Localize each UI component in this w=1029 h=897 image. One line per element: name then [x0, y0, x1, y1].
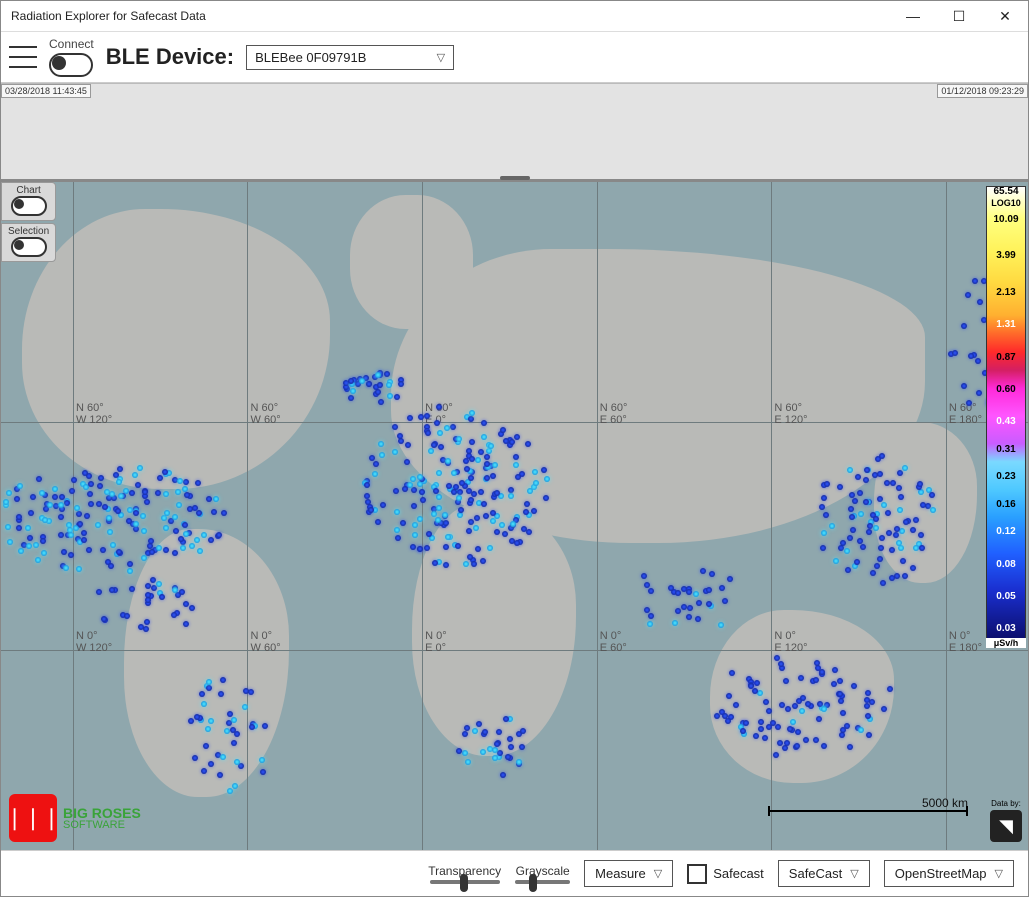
measure-select[interactable]: Measure ▽	[584, 860, 673, 887]
grayscale-slider-group: Grayscale	[515, 864, 570, 884]
grayscale-label: Grayscale	[516, 864, 570, 878]
safecast-checkbox[interactable]	[687, 864, 707, 884]
legend-unit: μSv/h	[986, 638, 1026, 648]
safecast-logo-icon: ◥	[990, 810, 1022, 842]
ble-device-selected: BLEBee 0F09791B	[255, 50, 366, 65]
panel-resize-grip[interactable]	[500, 176, 530, 180]
ble-device-label: BLE Device:	[106, 44, 234, 70]
data-attribution: Data by: ◥	[986, 799, 1026, 842]
map-area[interactable]: N 60°W 120° N 60°W 60° N 60°E 0° N 60°E …	[1, 182, 1028, 850]
window-controls: ― ☐ ✕	[890, 1, 1028, 31]
vendor-brand: ❘❘❘ BIG ROSES SOFTWARE	[9, 794, 141, 842]
title-bar: Radiation Explorer for Safecast Data ― ☐…	[1, 1, 1028, 32]
bottom-toolbar: Transparency Grayscale Measure ▽ Safecas…	[1, 850, 1028, 896]
side-toggle-panel: Chart Selection	[1, 182, 56, 264]
transparency-slider[interactable]	[430, 880, 500, 884]
vendor-logo-icon: ❘❘❘	[9, 794, 57, 842]
app-window: Radiation Explorer for Safecast Data ― ☐…	[0, 0, 1029, 897]
data-source-select[interactable]: SafeCast ▽	[778, 860, 870, 887]
timeline-panel[interactable]: 03/28/2018 11:43:45 01/12/2018 09:23:29	[1, 83, 1028, 182]
safecast-checkbox-group: Safecast	[687, 864, 764, 884]
selection-toggle[interactable]	[11, 237, 47, 257]
menu-icon[interactable]	[9, 46, 37, 68]
chart-toggle[interactable]	[11, 196, 47, 216]
minimize-button[interactable]: ―	[890, 1, 936, 31]
chart-toggle-group: Chart	[1, 182, 56, 221]
safecast-checkbox-label: Safecast	[713, 866, 764, 881]
chart-toggle-label: Chart	[16, 185, 40, 196]
chevron-down-icon: ▽	[654, 867, 662, 880]
connect-toggle[interactable]	[49, 53, 93, 77]
connect-label: Connect	[49, 37, 94, 51]
ble-device-select[interactable]: BLEBee 0F09791B ▽	[246, 45, 454, 70]
transparency-slider-group: Transparency	[428, 864, 501, 884]
chevron-down-icon: ▽	[995, 867, 1003, 880]
timeline-end-timestamp: 01/12/2018 09:23:29	[937, 84, 1028, 98]
selection-toggle-label: Selection	[8, 226, 49, 237]
basemap-select[interactable]: OpenStreetMap ▽	[884, 860, 1014, 887]
chevron-down-icon: ▽	[850, 867, 858, 880]
map-scale-bar: 5000 km	[768, 796, 968, 812]
close-button[interactable]: ✕	[982, 1, 1028, 31]
chevron-down-icon: ▽	[437, 51, 445, 64]
top-toolbar: Connect BLE Device: BLEBee 0F09791B ▽	[1, 32, 1028, 83]
map-canvas[interactable]: N 60°W 120° N 60°W 60° N 60°E 0° N 60°E …	[1, 182, 1028, 850]
color-legend: 65.54 LOG10 10.09 3.99 2.13 1.31 0.87 0.…	[986, 186, 1026, 646]
maximize-button[interactable]: ☐	[936, 1, 982, 31]
window-title: Radiation Explorer for Safecast Data	[1, 9, 216, 23]
timeline-start-timestamp: 03/28/2018 11:43:45	[1, 84, 91, 98]
connect-toggle-group: Connect	[49, 37, 94, 77]
selection-toggle-group: Selection	[1, 223, 56, 262]
grayscale-slider[interactable]	[515, 880, 570, 884]
